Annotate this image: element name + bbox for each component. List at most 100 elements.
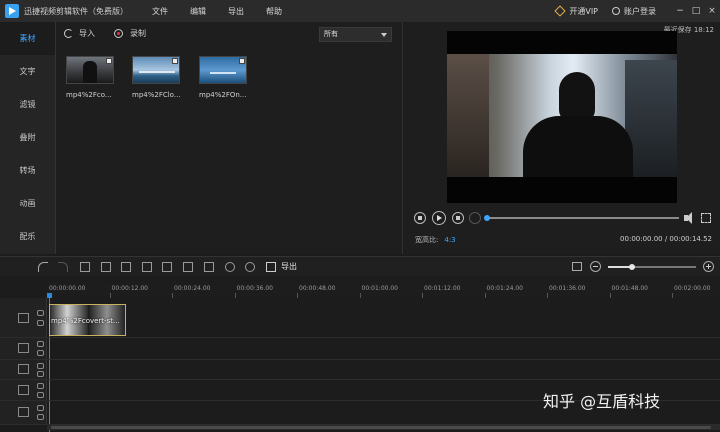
add-to-timeline-icon[interactable] — [106, 58, 112, 64]
menu-export[interactable]: 导出 — [228, 6, 244, 17]
undo-icon[interactable] — [38, 262, 48, 272]
zoom-out-icon[interactable] — [590, 261, 601, 272]
previous-frame-button[interactable] — [414, 212, 426, 224]
app-title: 迅捷视频剪辑软件（免费版） — [24, 6, 128, 16]
mosaic-icon[interactable] — [183, 262, 193, 272]
volume-icon[interactable] — [684, 212, 696, 224]
freeze-frame-icon[interactable] — [204, 262, 214, 272]
resize-icon[interactable] — [162, 262, 172, 272]
sidebar-item-animations[interactable]: 动画 — [0, 187, 55, 220]
stop-button[interactable] — [469, 212, 481, 224]
split-icon[interactable] — [101, 262, 111, 272]
menu-file[interactable]: 文件 — [152, 6, 168, 17]
export-button[interactable]: 导出 — [266, 261, 297, 272]
login-button[interactable]: 账户登录 — [612, 6, 656, 17]
menu-edit[interactable]: 编辑 — [190, 6, 206, 17]
ruler-tick-label: 00:00:00.00 — [49, 285, 86, 292]
crop-icon[interactable] — [142, 262, 152, 272]
edit-icon[interactable] — [80, 262, 90, 272]
eye-icon[interactable] — [37, 405, 44, 411]
video-frame — [447, 54, 677, 177]
next-frame-button[interactable] — [452, 212, 464, 224]
ruler-tick-label: 00:00:24.00 — [174, 285, 211, 292]
playback-controls — [414, 211, 714, 226]
video-preview[interactable] — [447, 31, 677, 203]
media-filter-select[interactable]: 所有 — [319, 27, 392, 42]
media-clip[interactable]: mp4%2Fco... — [66, 56, 116, 99]
sidebar-item-music[interactable]: 配乐 — [0, 220, 55, 253]
export-icon — [266, 261, 276, 272]
sidebar-item-media[interactable]: 素材 — [0, 22, 55, 55]
add-to-timeline-icon[interactable] — [172, 58, 178, 64]
text-track-icon — [18, 364, 29, 374]
track-header — [0, 338, 47, 359]
delete-icon[interactable] — [121, 262, 131, 272]
track-header — [0, 298, 47, 337]
eye-icon[interactable] — [37, 363, 44, 369]
sidebar-item-text[interactable]: 文字 — [0, 55, 55, 88]
vip-button[interactable]: 开通VIP — [554, 5, 598, 17]
sidebar-item-filters[interactable]: 滤镜 — [0, 88, 55, 121]
zoom-in-icon[interactable] — [703, 261, 714, 272]
sidebar-item-transitions[interactable]: 转场 — [0, 154, 55, 187]
lock-icon[interactable] — [37, 371, 44, 377]
chevron-down-icon — [381, 33, 387, 37]
maximize-button[interactable]: □ — [688, 6, 704, 16]
record-icon — [114, 29, 123, 38]
track-header — [0, 380, 47, 400]
redo-icon[interactable] — [58, 262, 68, 272]
title-bar: 迅捷视频剪辑软件（免费版） 文件 编辑 导出 帮助 开通VIP 账户登录 − □… — [0, 0, 720, 22]
microphone-icon[interactable] — [245, 262, 255, 272]
ruler-tick-label: 00:00:12.00 — [111, 285, 149, 292]
lock-icon[interactable] — [37, 392, 44, 398]
overlay-track — [0, 338, 720, 360]
text-track — [0, 360, 720, 380]
microphone-track-icon — [18, 407, 29, 417]
timeline-clip-label: mp4%2Fcovert-st... — [51, 317, 120, 325]
eye-icon[interactable] — [37, 310, 44, 316]
zoom-slider-handle[interactable] — [628, 264, 635, 270]
timeline-ruler[interactable]: 00:00:00.00 00:00:12.00 00:00:24.00 00:00:3… — [47, 282, 720, 298]
import-icon — [64, 29, 73, 38]
sidebar: 素材 文字 滤镜 叠附 转场 动画 配乐 — [0, 22, 55, 254]
aspect-value[interactable]: 4:3 — [444, 236, 455, 244]
close-button[interactable]: × — [704, 6, 720, 16]
filter-value: 所有 — [324, 30, 338, 38]
track-header — [0, 360, 47, 379]
fit-timeline-icon[interactable] — [572, 262, 582, 271]
seek-bar[interactable] — [487, 217, 679, 219]
record-label: 录制 — [130, 29, 146, 38]
eye-icon[interactable] — [37, 341, 44, 347]
eye-icon[interactable] — [37, 383, 44, 389]
record-button[interactable]: 录制 — [114, 28, 146, 39]
ruler-tick-label: 00:00:48.00 — [299, 285, 336, 292]
sidebar-item-overlays[interactable]: 叠附 — [0, 121, 55, 154]
export-label: 导出 — [281, 262, 297, 271]
lock-icon[interactable] — [37, 320, 44, 326]
timeline-toolbar: 导出 — [0, 256, 720, 276]
menu-bar: 文件 编辑 导出 帮助 — [152, 6, 304, 17]
zoom-controls — [572, 261, 718, 273]
vip-label: 开通VIP — [569, 6, 598, 16]
scrollbar-thumb[interactable] — [51, 426, 711, 429]
media-clip[interactable]: mp4%2FOn... — [199, 56, 249, 99]
ruler-tick-label: 00:01:48.00 — [611, 285, 649, 292]
clip-thumbnail — [199, 56, 247, 84]
play-button[interactable] — [432, 211, 446, 225]
minimize-button[interactable]: − — [672, 6, 688, 16]
import-button[interactable]: 导入 — [64, 28, 95, 39]
add-to-timeline-icon[interactable] — [239, 58, 245, 64]
lock-icon[interactable] — [37, 350, 44, 356]
seek-handle[interactable] — [484, 215, 490, 221]
media-clip[interactable]: mp4%2FClo... — [132, 56, 182, 99]
clip-name: mp4%2FOn... — [199, 91, 247, 99]
timeline-clip[interactable]: mp4%2Fcovert-st... — [49, 304, 126, 336]
speed-icon[interactable] — [225, 262, 235, 272]
fullscreen-icon[interactable] — [701, 213, 711, 223]
ruler-tick-label: 00:02:00.00 — [674, 285, 711, 292]
horizontal-scrollbar[interactable] — [47, 425, 720, 430]
clip-thumbnail — [132, 56, 180, 84]
menu-help[interactable]: 帮助 — [266, 6, 282, 17]
ruler-tick-label: 00:01:12.00 — [424, 285, 461, 292]
lock-icon[interactable] — [37, 414, 44, 420]
